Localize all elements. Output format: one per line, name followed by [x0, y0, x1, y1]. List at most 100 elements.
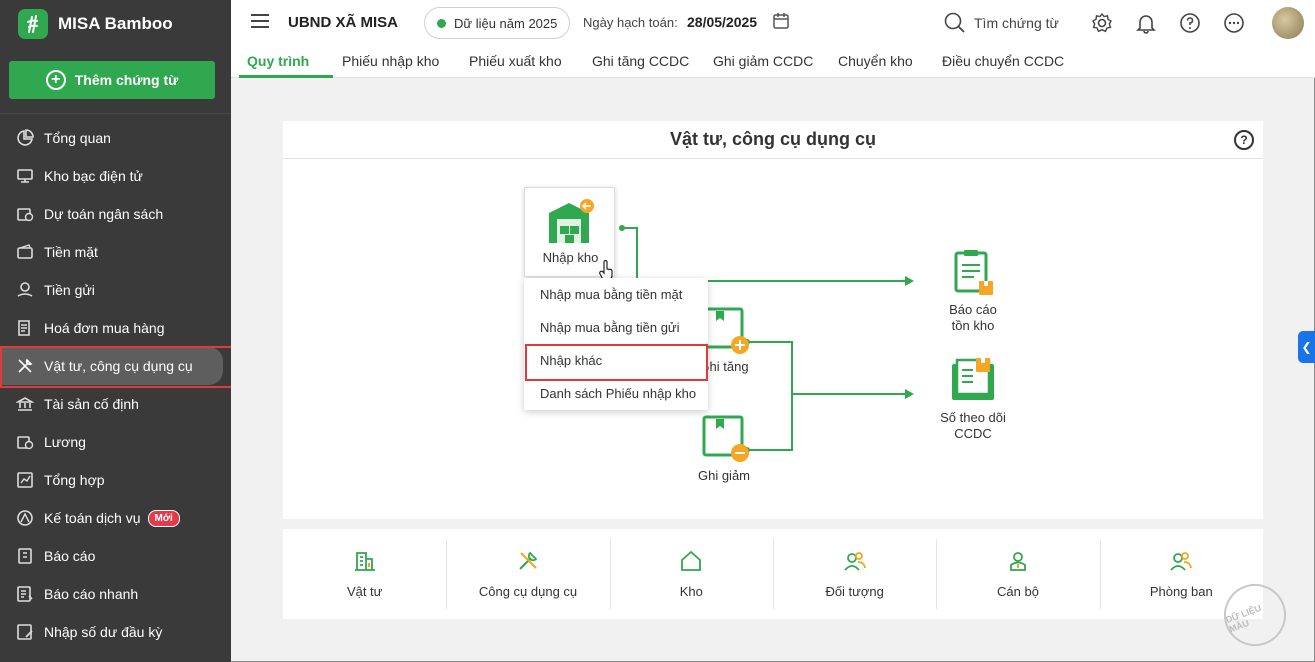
budget-icon — [15, 204, 35, 224]
sidebar-item-overview[interactable]: Tổng quan — [0, 119, 231, 157]
sidebar-item-label: Tổng hợp — [44, 472, 105, 488]
sidebar-item-label: Kế toán dịch vụ — [44, 510, 141, 526]
flow-line — [791, 341, 793, 451]
divider — [0, 113, 231, 114]
tile-label: Đối tượng — [825, 583, 884, 599]
node-label-tool-ledger: Số theo dõi CCDC — [928, 410, 1018, 442]
building-icon — [354, 551, 375, 571]
tile-warehouse[interactable]: Kho — [609, 529, 773, 619]
sidebar-item-label: Nhập số dư đầu kỳ — [44, 624, 163, 640]
sidebar-item-fixed-assets[interactable]: Tài sản cố định — [0, 385, 231, 423]
arrow-icon — [905, 389, 914, 399]
organization-name: UBND XÃ MISA — [288, 14, 399, 31]
sidebar-nav: Tổng quan Kho bạc điện tử Dự toán ngân s… — [0, 119, 233, 651]
wallet-icon — [15, 242, 35, 262]
sidebar-item-label: Dự toán ngân sách — [44, 206, 164, 222]
node-stock-in[interactable]: Nhập kho — [524, 187, 615, 282]
node-tool-ledger[interactable] — [943, 356, 1003, 408]
tab-warehouse-transfer[interactable]: Chuyển kho — [838, 53, 913, 69]
node-label-line: tồn kho — [951, 318, 995, 333]
collapse-panel-button[interactable]: ❮ — [1298, 331, 1315, 363]
menu-item-receipt-list[interactable]: Danh sách Phiếu nhập kho — [524, 377, 708, 410]
tile-tools[interactable]: Công cụ dụng cụ — [446, 529, 609, 619]
search-label: Tìm chứng từ — [974, 15, 1059, 31]
tools-icon — [519, 551, 538, 570]
pie-chart-icon — [15, 128, 35, 148]
plus-circle-icon: + — [45, 70, 66, 90]
help-icon[interactable] — [1179, 12, 1201, 34]
sidebar-item-service-accounting[interactable]: Kế toán dịch vụ Mới — [0, 499, 231, 537]
brand-name: MISA Bamboo — [58, 14, 173, 33]
add-voucher-button[interactable]: + Thêm chứng từ — [9, 61, 215, 99]
sidebar-item-report[interactable]: Báo cáo — [0, 537, 231, 575]
sidebar-item-opening-balance[interactable]: Nhập số dư đầu kỳ — [0, 613, 231, 651]
quick-report-icon — [15, 584, 35, 604]
top-header: UBND XÃ MISA Dữ liệu năm 2025 Ngày hạch … — [231, 0, 1315, 46]
calendar-icon[interactable] — [772, 12, 790, 30]
node-tool-decrease[interactable] — [702, 415, 750, 465]
sidebar-item-summary[interactable]: Tổng hợp — [0, 461, 231, 499]
sidebar-item-salary[interactable]: Lương — [0, 423, 231, 461]
sidebar-item-quick-report[interactable]: Báo cáo nhanh — [0, 575, 231, 613]
sidebar-item-purchase-invoice[interactable]: Hoá đơn mua hàng — [0, 309, 231, 347]
sidebar-item-materials-tools[interactable]: Vật tư, công cụ dụng cụ — [0, 346, 233, 388]
flow-line — [746, 449, 792, 451]
main-content: Vật tư, công cụ dụng cụ ? Nhập kho Ghi t… — [231, 78, 1315, 662]
tile-materials[interactable]: Vật tư — [283, 529, 446, 619]
flow-line — [636, 227, 638, 282]
tab-tool-increase[interactable]: Ghi tăng CCDC — [592, 53, 689, 69]
process-card: Vật tư, công cụ dụng cụ ? Nhập kho Ghi t… — [283, 121, 1263, 519]
tile-staff[interactable]: Cán bộ — [936, 529, 1099, 619]
deposit-icon — [15, 280, 35, 300]
gear-icon[interactable] — [1091, 12, 1113, 34]
posting-date-value[interactable]: 28/05/2025 — [687, 14, 757, 30]
sidebar-item-label: Tiền gửi — [44, 282, 95, 298]
hamburger-menu-icon[interactable] — [251, 14, 269, 30]
node-label-line: Số theo dõi — [940, 410, 1006, 425]
tab-receipt-voucher[interactable]: Phiếu nhập kho — [342, 53, 439, 69]
new-badge: Mới — [147, 509, 180, 527]
menu-item-purchase-cash[interactable]: Nhập mua bằng tiền mặt — [524, 278, 708, 311]
sidebar-item-label: Tài sản cố định — [44, 396, 139, 412]
add-voucher-label: Thêm chứng từ — [74, 72, 179, 88]
user-icon — [1010, 551, 1026, 571]
warehouse-in-icon — [549, 199, 594, 243]
chevron-left-icon: ❮ — [1301, 340, 1312, 354]
search-voucher[interactable]: Tìm chứng từ — [944, 10, 1059, 36]
menu-item-other-receipt[interactable]: Nhập khác — [524, 344, 708, 381]
sidebar-item-budget[interactable]: Dự toán ngân sách — [0, 195, 231, 233]
sidebar-item-cash[interactable]: Tiền mặt — [0, 233, 231, 271]
tool-decrease-icon — [702, 415, 749, 462]
sidebar-item-label: Hoá đơn mua hàng — [44, 320, 165, 336]
flow-line — [746, 341, 792, 343]
sidebar: MISA Bamboo + Thêm chứng từ Tổng quan Kh… — [0, 0, 233, 662]
sidebar-item-label: Báo cáo — [44, 548, 96, 564]
tile-objects[interactable]: Đối tượng — [772, 529, 936, 619]
home-icon — [681, 550, 702, 571]
sidebar-item-label: Lương — [44, 434, 86, 450]
tab-tool-decrease[interactable]: Ghi giảm CCDC — [713, 53, 813, 69]
status-dot-icon — [437, 18, 446, 28]
node-inventory-report[interactable] — [943, 249, 1003, 301]
sidebar-item-label: Tiền mặt — [44, 244, 98, 260]
search-icon — [944, 12, 965, 33]
report-icon — [15, 546, 35, 566]
quick-access-tiles: Vật tư Công cụ dụng cụ Kho Đối tượng Cán… — [283, 529, 1263, 619]
more-options-icon[interactable] — [1223, 12, 1245, 34]
tab-issue-voucher[interactable]: Phiếu xuất kho — [469, 53, 562, 69]
tab-process[interactable]: Quy trình — [247, 53, 309, 69]
node-tool-increase[interactable] — [702, 307, 750, 357]
group-icon — [843, 551, 866, 571]
help-icon[interactable]: ? — [1234, 130, 1254, 150]
tab-tool-transfer[interactable]: Điều chuyển CCDC — [942, 53, 1064, 69]
brand[interactable]: MISA Bamboo — [18, 9, 173, 39]
posting-date-label: Ngày hạch toán: — [583, 15, 678, 30]
sidebar-item-treasury[interactable]: Kho bạc điện tử — [0, 157, 231, 195]
data-year-selector[interactable]: Dữ liệu năm 2025 — [424, 7, 571, 39]
menu-item-purchase-bank[interactable]: Nhập mua bằng tiền gửi — [524, 311, 708, 344]
arrow-icon — [905, 276, 914, 286]
avatar[interactable] — [1272, 7, 1304, 39]
flow-line — [708, 280, 908, 282]
sidebar-item-deposit[interactable]: Tiền gửi — [0, 271, 231, 309]
bell-icon[interactable] — [1135, 12, 1157, 34]
